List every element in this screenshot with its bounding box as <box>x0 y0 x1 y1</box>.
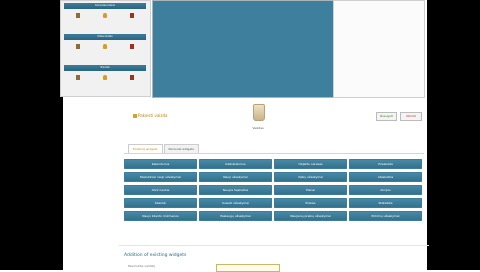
glass-label: Vaizdas <box>252 126 264 130</box>
widget-button[interactable]: Paskutiniai nauji užsakymai <box>124 172 197 182</box>
widget-sidebar: Konsoles kiekis Kitas lentas Trendai <box>60 0 151 97</box>
addition-input-label: Pasirinkite valdiklį <box>128 264 156 268</box>
widget-button[interactable]: Prekės <box>274 198 347 208</box>
book-icon[interactable] <box>130 12 135 18</box>
widget-button[interactable]: Naujos Sąskaitos <box>199 185 272 195</box>
widget-button[interactable]: Klientai <box>124 198 197 208</box>
pencil-icon <box>133 114 137 118</box>
widget-button[interactable]: Naujienų prekių užsakymai <box>274 211 347 221</box>
sidebar-section-2: Kitas lentas <box>64 34 146 52</box>
widget-button[interactable]: Prieskaita <box>349 159 422 169</box>
change-view-link[interactable]: Pakeisti vaizda <box>133 113 167 118</box>
tools-icon[interactable] <box>75 43 80 49</box>
widget-button[interactable]: Statistika <box>349 198 422 208</box>
tools-icon[interactable] <box>75 12 80 18</box>
sidebar-section-1: Konsoles kiekis <box>64 3 146 21</box>
section-divider <box>119 245 429 246</box>
book-icon[interactable] <box>130 43 135 49</box>
coins-icon[interactable] <box>102 12 107 18</box>
book-icon[interactable] <box>130 74 135 80</box>
tab-divider <box>124 153 424 154</box>
save-button[interactable]: Išsaugoti <box>376 112 397 121</box>
glass-icon[interactable] <box>253 104 265 121</box>
widget-button[interactable]: Kalkuliatorius <box>199 159 272 169</box>
widget-button[interactable]: Atviri laukai <box>124 185 197 195</box>
widget-grid: Kalendorius Kalkuliatorius Objektu saras… <box>124 159 424 221</box>
delete-button[interactable]: Ištrinti <box>400 112 422 121</box>
widget-button[interactable]: Pirkimų užsakymai <box>349 211 422 221</box>
left-black-bar <box>0 0 63 270</box>
widget-preview-area[interactable] <box>152 0 334 98</box>
widget-button[interactable]: Naujo kliento rinkmenos <box>124 211 197 221</box>
widget-button[interactable]: Akcijos <box>349 185 422 195</box>
tools-icon[interactable] <box>75 74 80 80</box>
widget-preview-side <box>333 0 425 98</box>
sidebar-section-3: Trendai <box>64 65 146 83</box>
coins-icon[interactable] <box>102 43 107 49</box>
widget-select-input[interactable] <box>216 264 280 272</box>
widget-button[interactable]: Nauji užsakymai <box>199 172 272 182</box>
widget-button[interactable]: Objektu sarasas <box>274 159 347 169</box>
widget-button[interactable]: Susieti užsakymai <box>199 198 272 208</box>
widget-button[interactable]: Paslaugų užsakymai <box>199 211 272 221</box>
widget-button[interactable]: Planai <box>274 185 347 195</box>
right-black-bar <box>427 0 480 270</box>
widget-button[interactable]: Kalendorius <box>124 159 197 169</box>
coins-icon[interactable] <box>102 74 107 80</box>
addition-title: Addition of existing widgets <box>124 253 187 258</box>
widget-button[interactable]: Vaikų užsakymai <box>274 172 347 182</box>
widget-button[interactable]: Ataskaitos <box>349 172 422 182</box>
